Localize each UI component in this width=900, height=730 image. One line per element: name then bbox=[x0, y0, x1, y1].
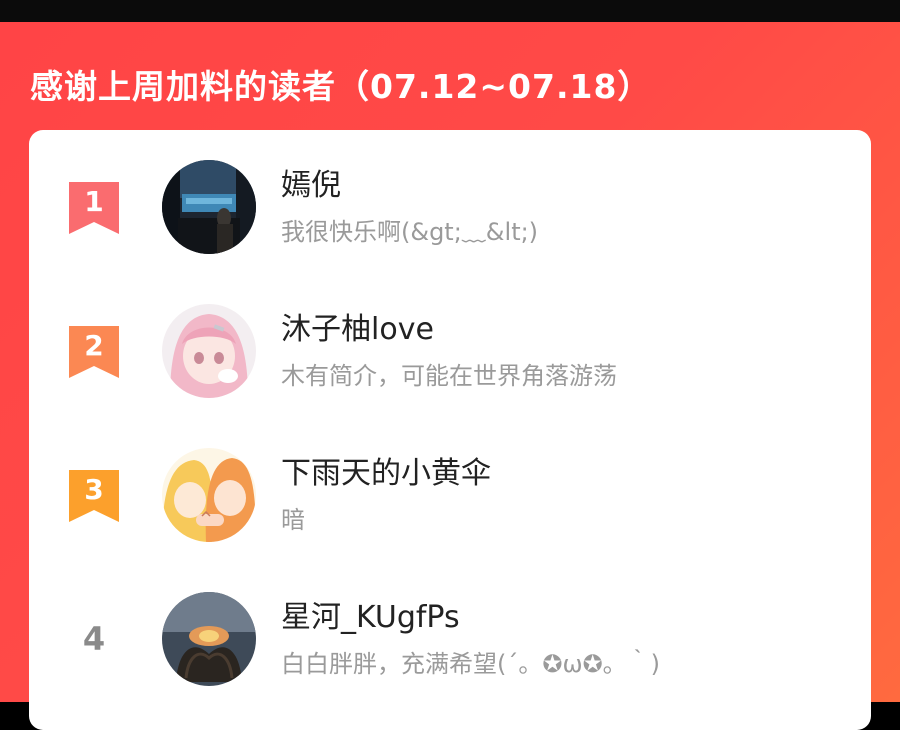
reader-bio: 我很快乐啊(&gt;﹏&lt;) bbox=[281, 218, 539, 246]
weekly-readers-panel: 感谢上周加料的读者（07.12~07.18） 1 嫣倪 我很快乐啊(&gt;﹏&… bbox=[0, 22, 900, 730]
rank-badge: 1 bbox=[69, 182, 119, 234]
rank-badge: 3 bbox=[69, 470, 119, 522]
reader-name: 沐子柚love bbox=[281, 312, 434, 347]
reader-row-2[interactable]: 2 沐子柚love 木有简介，可能在世界角落游荡 bbox=[29, 296, 871, 406]
reader-bio: 白白胖胖，充满希望(´。✪ω✪。｀) bbox=[281, 650, 661, 678]
rank-number: 4 bbox=[82, 620, 106, 658]
reader-name: 星河_KUgfPs bbox=[281, 600, 460, 635]
avatar-heart-hands-icon[interactable] bbox=[162, 592, 256, 686]
reader-row-1[interactable]: 1 嫣倪 我很快乐啊(&gt;﹏&lt;) bbox=[29, 152, 871, 262]
reader-row-4[interactable]: 4 星河_KUgfPs 白白胖胖，充满希望(´。✪ω✪。｀) bbox=[29, 584, 871, 694]
reader-row-3[interactable]: 3 下雨天的小黄伞 暗 bbox=[29, 440, 871, 550]
reader-name: 嫣倪 bbox=[281, 168, 341, 203]
reader-bio: 暗 bbox=[281, 506, 305, 534]
status-bar bbox=[0, 0, 900, 22]
page-title: 感谢上周加料的读者（07.12~07.18） bbox=[30, 67, 652, 106]
reader-bio: 木有简介，可能在世界角落游荡 bbox=[281, 362, 617, 390]
rank-badge: 4 bbox=[69, 614, 119, 666]
rank-number: 2 bbox=[84, 329, 104, 362]
avatar-anime-couple-icon[interactable] bbox=[162, 448, 256, 542]
reader-list: 1 嫣倪 我很快乐啊(&gt;﹏&lt;) 2 沐子柚love 木有简介，可能在… bbox=[29, 130, 871, 730]
avatar-city-night-icon[interactable] bbox=[162, 160, 256, 254]
rank-badge: 2 bbox=[69, 326, 119, 378]
avatar-anime-girl-icon[interactable] bbox=[162, 304, 256, 398]
reader-name: 下雨天的小黄伞 bbox=[281, 456, 491, 491]
rank-number: 1 bbox=[84, 185, 104, 218]
rank-number: 3 bbox=[84, 473, 104, 506]
